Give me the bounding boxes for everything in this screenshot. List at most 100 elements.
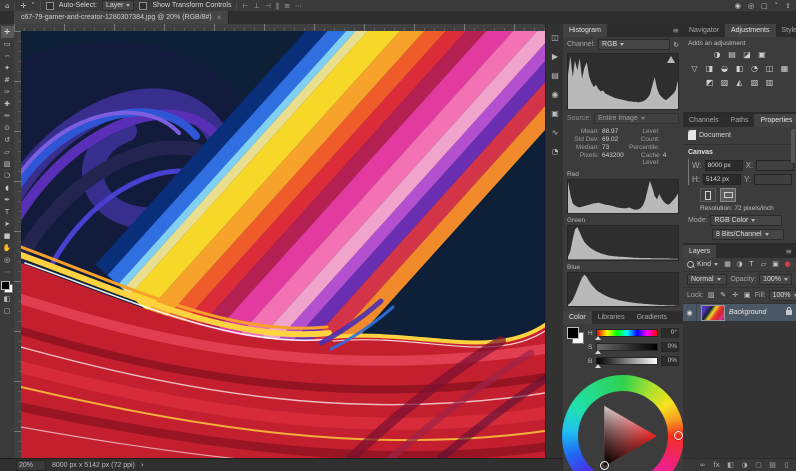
align-right-icon[interactable]: ⊣ — [265, 2, 271, 10]
layer-effects-icon[interactable]: fx — [712, 461, 721, 470]
adj-color-balance-icon[interactable]: ◒ — [719, 64, 730, 74]
adj-hue-saturation-icon[interactable]: ◨ — [704, 64, 715, 74]
move-tool[interactable]: ✛ — [1, 26, 14, 38]
uncached-refresh-icon[interactable]: ↻ — [673, 41, 679, 49]
show-transform-checkbox[interactable] — [139, 2, 147, 10]
tool-preset-chevron-icon[interactable]: ˅ — [31, 2, 35, 10]
foreground-color-swatch[interactable] — [1, 281, 10, 290]
search-icon[interactable]: ◎ — [748, 2, 754, 10]
share-icon[interactable]: ⇧ — [785, 2, 791, 10]
width-field[interactable]: 8000 px — [705, 160, 743, 171]
link-dimensions-icon[interactable] — [688, 159, 689, 185]
close-icon[interactable]: × — [217, 13, 222, 22]
adj-color-lookup-icon[interactable]: ▦ — [779, 64, 790, 74]
adj-vibrance-icon[interactable]: ▽ — [689, 64, 700, 74]
shape-tool[interactable]: ■ — [1, 230, 14, 242]
slider-thumb-icon[interactable] — [595, 350, 601, 354]
saturation-value[interactable]: 0% — [661, 342, 679, 352]
lock-transparent-pixels-icon[interactable]: ▨ — [707, 291, 716, 300]
adj-brightness-contrast-icon[interactable]: ◑ — [712, 50, 723, 60]
brush-tool[interactable]: ✏ — [1, 110, 14, 122]
auto-select-checkbox[interactable] — [46, 2, 54, 10]
slider-thumb-icon[interactable] — [595, 336, 601, 340]
zoom-tool[interactable]: ◎ — [1, 254, 14, 266]
channel-select[interactable]: RGB — [598, 39, 670, 50]
brightness-slider[interactable] — [596, 357, 658, 365]
lock-position-icon[interactable]: ✛ — [731, 291, 740, 300]
history-panel-icon[interactable]: ◫ — [549, 32, 561, 43]
tab-color[interactable]: Color — [563, 311, 592, 324]
adj-photo-filter-icon[interactable]: ◔ — [749, 64, 760, 74]
workspace-chevron-icon[interactable]: ˅ — [775, 2, 779, 10]
color-wheel[interactable] — [562, 375, 684, 471]
bit-depth-select[interactable]: 8 Bits/Channel — [712, 229, 784, 240]
align-center-h-icon[interactable]: ⊥ — [254, 2, 260, 10]
notifications-panel-icon[interactable]: ◔ — [549, 146, 561, 157]
path-selection-tool[interactable]: ➤ — [1, 218, 14, 230]
warning-icon[interactable] — [667, 56, 675, 63]
distribute-v-icon[interactable]: ≡ — [284, 2, 290, 10]
adj-threshold-icon[interactable]: ◭ — [734, 78, 745, 88]
new-adjustment-layer-icon[interactable]: ◑ — [740, 461, 749, 470]
actions-panel-icon[interactable]: ▶ — [549, 51, 561, 62]
portrait-orientation-button[interactable] — [700, 188, 716, 202]
libraries-panel-icon[interactable]: ▤ — [549, 70, 561, 81]
document-tab[interactable]: c67-79-gamer-and-creator-1280307384.jpg … — [14, 11, 229, 24]
home-icon[interactable]: ⌂ — [5, 2, 9, 10]
filter-kind-label[interactable]: Kind — [697, 261, 711, 268]
blur-tool[interactable]: ❍ — [1, 170, 14, 182]
layer-row-background[interactable]: ◉ Background — [683, 304, 796, 321]
adj-black-white-icon[interactable]: ◧ — [734, 64, 745, 74]
filter-toggle-icon[interactable]: ● — [783, 260, 792, 269]
color-selector[interactable] — [600, 461, 609, 470]
filter-shape-layers-icon[interactable]: ▱ — [759, 260, 768, 269]
foreground-background-swatches[interactable] — [1, 281, 13, 293]
pen-tool[interactable]: ✒ — [1, 194, 14, 206]
tab-libraries[interactable]: Libraries — [592, 311, 631, 324]
tab-paths[interactable]: Paths — [725, 114, 755, 127]
layer-name[interactable]: Background — [729, 309, 766, 316]
object-selection-tool[interactable]: ✦ — [1, 62, 14, 74]
filter-pixel-layers-icon[interactable]: ▦ — [723, 260, 732, 269]
eraser-tool[interactable]: ▱ — [1, 146, 14, 158]
glyphs-panel-icon[interactable]: ∿ — [549, 127, 561, 138]
tab-styles[interactable]: Styles — [776, 24, 796, 37]
blend-mode-select[interactable]: Normal — [687, 274, 727, 285]
mode-select[interactable]: RGB Color — [710, 215, 782, 226]
dodge-tool[interactable]: ◖ — [1, 182, 14, 194]
zoom-level-field[interactable]: 20% — [16, 460, 46, 471]
tab-properties[interactable]: Properties — [754, 114, 796, 127]
layer-thumbnail[interactable] — [701, 305, 725, 321]
distribute-h-icon[interactable]: ∥ — [276, 2, 280, 10]
align-left-icon[interactable]: ⊢ — [242, 2, 248, 10]
screen-mode-icon[interactable]: ▢ — [1, 305, 14, 317]
marquee-tool[interactable]: ▭ — [1, 38, 14, 50]
tab-adjustments[interactable]: Adjustments — [725, 24, 776, 37]
slider-thumb-icon[interactable] — [595, 364, 601, 368]
document-canvas[interactable] — [21, 31, 545, 458]
lasso-tool[interactable]: ∽ — [1, 50, 14, 62]
scrollbar-thumb[interactable] — [791, 129, 795, 163]
account-icon[interactable]: ◉ — [735, 2, 741, 10]
fill-select[interactable]: 100% — [769, 290, 796, 301]
lock-artboard-icon[interactable]: ▣ — [743, 291, 752, 300]
chevron-down-icon[interactable] — [714, 263, 718, 266]
tab-channels[interactable]: Channels — [683, 114, 725, 127]
landscape-orientation-button[interactable] — [720, 188, 736, 202]
saturation-slider[interactable] — [596, 343, 658, 351]
adj-posterize-icon[interactable]: ▨ — [719, 78, 730, 88]
type-tool[interactable]: T — [1, 206, 14, 218]
auto-select-target-select[interactable]: Layer — [102, 0, 135, 11]
new-group-icon[interactable]: ▢ — [754, 461, 763, 470]
filter-adjustment-layers-icon[interactable]: ◑ — [735, 260, 744, 269]
align-more-icon[interactable]: ⋯ — [295, 2, 302, 10]
adj-selective-color-icon[interactable]: ▥ — [764, 78, 775, 88]
hand-tool[interactable]: ✋ — [1, 242, 14, 254]
export-panel-icon[interactable]: ▣ — [549, 108, 561, 119]
foreground-color-swatch[interactable] — [567, 327, 579, 339]
tab-histogram[interactable]: Histogram — [563, 24, 607, 37]
edit-toolbar-icon[interactable]: ⋯ — [1, 266, 14, 278]
opacity-select[interactable]: 100% — [759, 274, 792, 285]
hue-value[interactable]: 0° — [661, 328, 679, 338]
filter-type-layers-icon[interactable]: T — [747, 260, 756, 269]
